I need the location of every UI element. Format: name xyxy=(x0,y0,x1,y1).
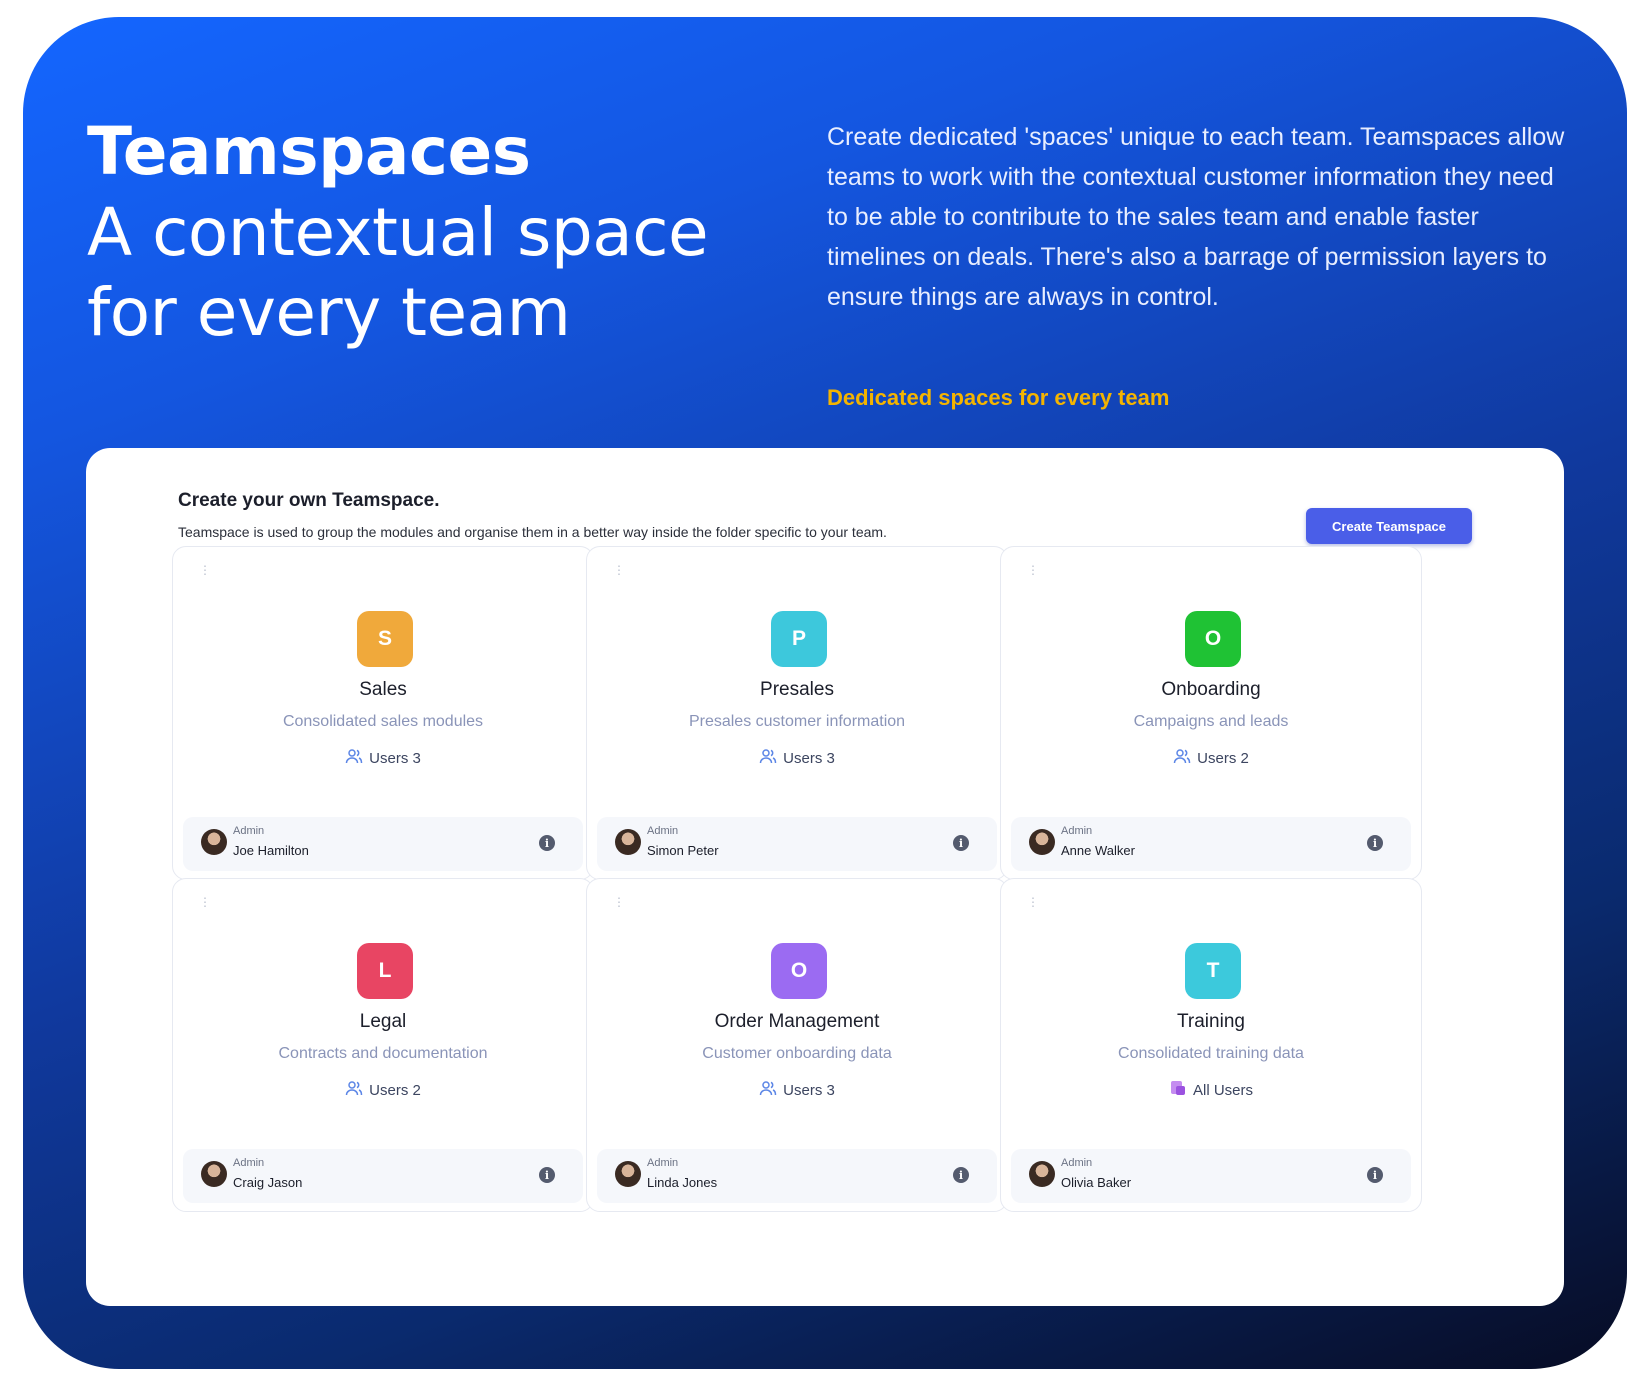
teamspace-description: Customer onboarding data xyxy=(702,1045,892,1062)
teamspace-users: Users 3 xyxy=(587,1080,1007,1100)
info-icon[interactable]: i xyxy=(953,835,969,851)
admin-label: Admin xyxy=(233,1157,265,1169)
admin-label: Admin xyxy=(233,825,265,837)
teamspace-initial-badge: P xyxy=(771,611,827,667)
users-icon xyxy=(759,748,777,768)
teamspace-description: Consolidated sales modules xyxy=(282,713,484,730)
drag-handle-icon[interactable]: ⋮ xyxy=(1027,896,1039,915)
teamspace-name: Legal xyxy=(359,1011,407,1032)
teamspace-initial-badge: S xyxy=(357,611,413,667)
admin-name: Joe Hamilton xyxy=(233,843,309,858)
admin-name: Simon Peter xyxy=(647,843,719,858)
teamspace-initial-badge: O xyxy=(771,943,827,999)
hero-subtitle: A contextual space for every team xyxy=(87,194,709,351)
users-icon xyxy=(345,748,363,768)
info-icon[interactable]: i xyxy=(539,1167,555,1183)
avatar xyxy=(1029,829,1055,855)
hero-title: Teamspaces xyxy=(87,113,531,190)
avatar xyxy=(201,829,227,855)
card-footer: Admin Craig Jason i xyxy=(183,1149,583,1203)
admin-label: Admin xyxy=(1061,825,1093,837)
users-count: Users 2 xyxy=(369,1081,421,1099)
teamspace-users: Users 2 xyxy=(1001,748,1421,768)
teamspace-description: Campaigns and leads xyxy=(1133,713,1289,730)
users-count: Users 3 xyxy=(783,1081,835,1099)
all-users-icon xyxy=(1169,1080,1187,1100)
teamspace-name: Order Management xyxy=(714,1011,880,1032)
admin-name: Olivia Baker xyxy=(1061,1175,1132,1190)
info-icon[interactable]: i xyxy=(1367,1167,1383,1183)
teamspace-card[interactable]: ⋮ L Legal Contracts and documentation Us… xyxy=(172,878,594,1212)
teamspace-card[interactable]: ⋮ O Onboarding Campaigns and leads Users… xyxy=(1000,546,1422,880)
users-count: Users 2 xyxy=(1197,749,1249,767)
teamspace-name: Training xyxy=(1177,1011,1245,1032)
card-footer: Admin Olivia Baker i xyxy=(1011,1149,1411,1203)
teamspace-description: Consolidated training data xyxy=(1118,1045,1304,1062)
teamspace-card[interactable]: ⋮ P Presales Presales customer informati… xyxy=(586,546,1008,880)
users-count: Users 3 xyxy=(783,749,835,767)
drag-handle-icon[interactable]: ⋮ xyxy=(613,896,625,915)
panel-subtitle: Teamspace is used to group the modules a… xyxy=(178,524,887,540)
admin-label: Admin xyxy=(647,825,679,837)
teamspace-card[interactable]: ⋮ T Training Consolidated training data … xyxy=(1000,878,1422,1212)
admin-name: Linda Jones xyxy=(647,1175,718,1190)
users-count: Users 3 xyxy=(369,749,421,767)
info-icon[interactable]: i xyxy=(953,1167,969,1183)
avatar xyxy=(615,1161,641,1187)
teamspace-initial-badge: L xyxy=(357,943,413,999)
panel-title: Create your own Teamspace. xyxy=(178,490,440,511)
admin-label: Admin xyxy=(647,1157,679,1169)
card-footer: Admin Joe Hamilton i xyxy=(183,817,583,871)
teamspace-initial-badge: O xyxy=(1185,611,1241,667)
info-icon[interactable]: i xyxy=(539,835,555,851)
avatar xyxy=(1029,1161,1055,1187)
card-footer: Admin Linda Jones i xyxy=(597,1149,997,1203)
teamspace-users: Users 2 xyxy=(173,1080,593,1100)
teamspace-card[interactable]: ⋮ O Order Management Customer onboarding… xyxy=(586,878,1008,1212)
teamspace-panel: Create your own Teamspace. Teamspace is … xyxy=(86,448,1564,1306)
info-icon[interactable]: i xyxy=(1367,835,1383,851)
drag-handle-icon[interactable]: ⋮ xyxy=(613,564,625,583)
drag-handle-icon[interactable]: ⋮ xyxy=(199,564,211,583)
users-icon xyxy=(345,1080,363,1100)
teamspace-name: Onboarding xyxy=(1161,679,1261,700)
users-icon xyxy=(1173,748,1191,768)
avatar xyxy=(201,1161,227,1187)
card-footer: Admin Simon Peter i xyxy=(597,817,997,871)
avatar xyxy=(615,829,641,855)
users-count: All Users xyxy=(1192,1081,1253,1099)
teamspace-initial-badge: T xyxy=(1185,943,1241,999)
teamspace-users: All Users xyxy=(1001,1080,1421,1100)
admin-name: Anne Walker xyxy=(1061,843,1135,858)
teamspace-users: Users 3 xyxy=(173,748,593,768)
create-teamspace-button[interactable]: Create Teamspace xyxy=(1306,508,1472,544)
admin-label: Admin xyxy=(1061,1157,1093,1169)
card-footer: Admin Anne Walker i xyxy=(1011,817,1411,871)
drag-handle-icon[interactable]: ⋮ xyxy=(1027,564,1039,583)
teamspace-name: Presales xyxy=(760,679,834,700)
teamspace-card[interactable]: ⋮ S Sales Consolidated sales modules Use… xyxy=(172,546,594,880)
drag-handle-icon[interactable]: ⋮ xyxy=(199,896,211,915)
hero-description: Create dedicated 'spaces' unique to each… xyxy=(827,123,1565,311)
teamspace-name: Sales xyxy=(359,679,407,700)
teamspace-users: Users 3 xyxy=(587,748,1007,768)
users-icon xyxy=(759,1080,777,1100)
admin-name: Craig Jason xyxy=(233,1175,303,1190)
teamspace-description: Presales customer information xyxy=(688,713,906,730)
hero-tagline: Dedicated spaces for every team xyxy=(827,385,1170,410)
teamspace-description: Contracts and documentation xyxy=(278,1045,488,1062)
